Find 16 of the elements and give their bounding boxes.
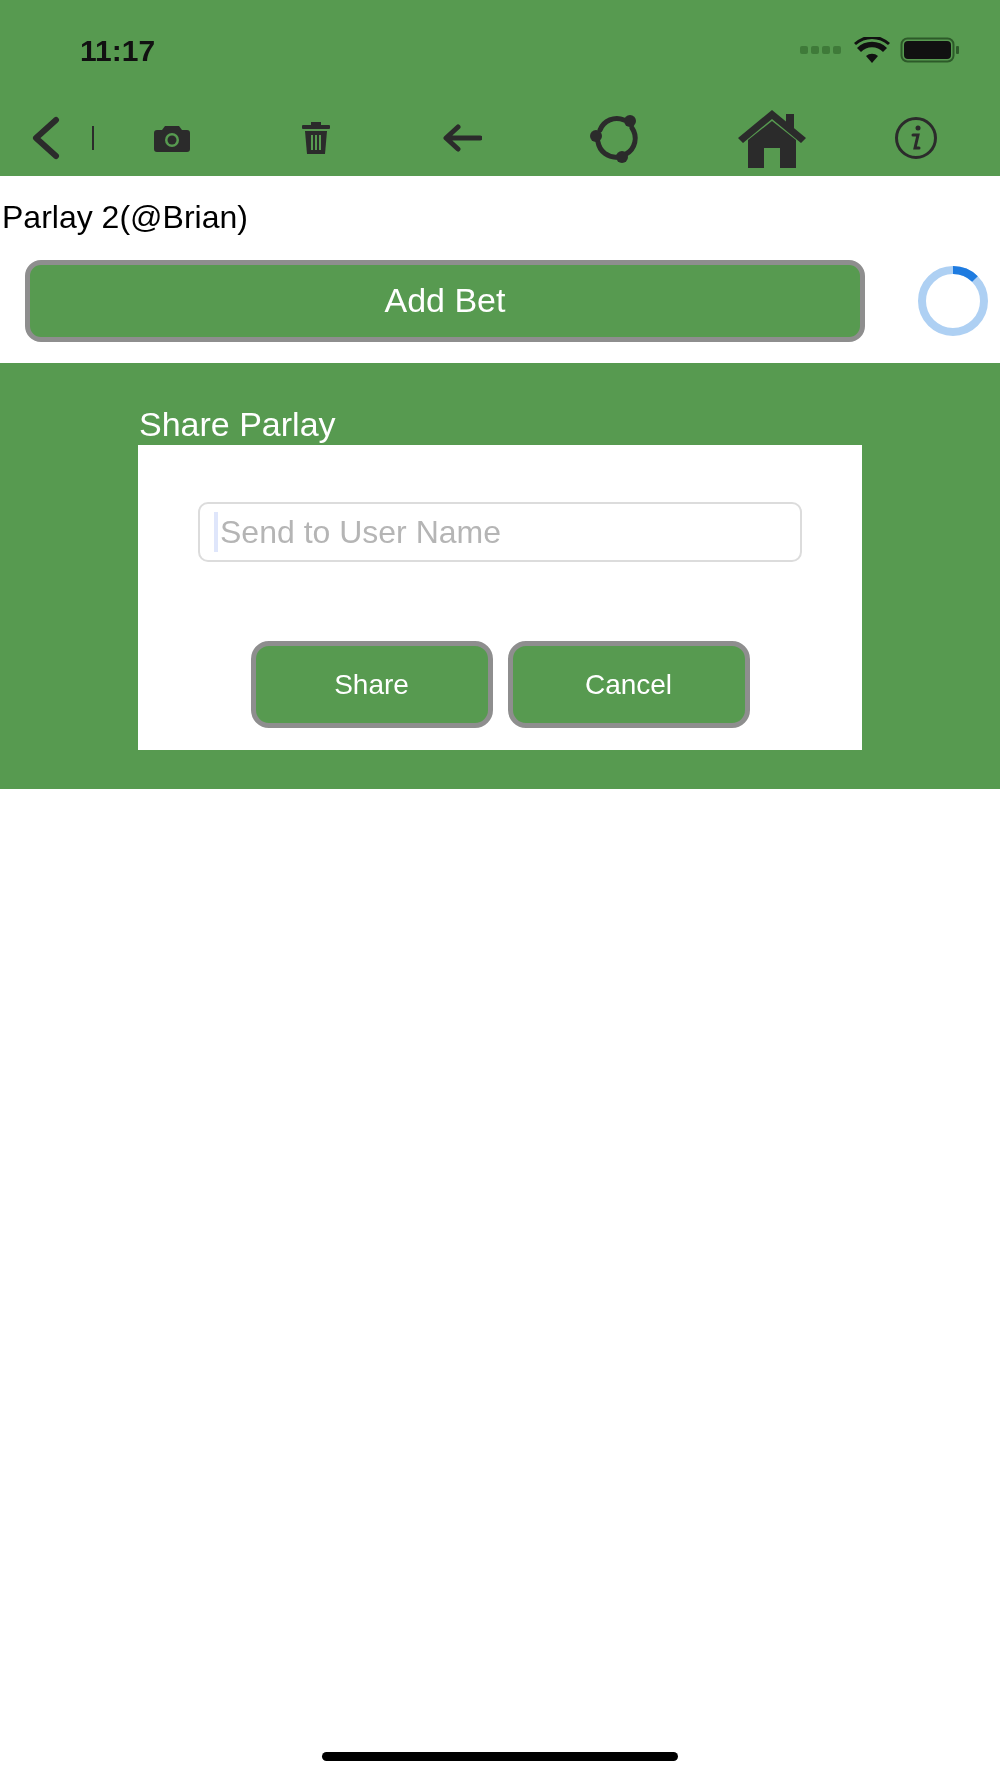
dialog-button[interactable]: Cancel [507, 641, 750, 728]
battery-icon [900, 37, 960, 63]
status-time: 11:17 [80, 32, 156, 69]
home-icon[interactable] [736, 108, 808, 168]
info-icon[interactable] [894, 116, 938, 160]
dialog-button[interactable]: Share [250, 641, 493, 728]
loading-spinner-icon [917, 264, 989, 337]
wifi-icon [854, 37, 890, 63]
username-field[interactable]: Send to User Name [198, 502, 802, 562]
trash-icon[interactable] [302, 122, 330, 154]
signal-icon [800, 45, 844, 55]
dialog-title: Share Parlay [138, 404, 337, 445]
left-arrow-icon[interactable] [442, 124, 482, 152]
add-bet-button[interactable]: Add Bet [25, 259, 865, 342]
camera-icon[interactable] [154, 124, 190, 152]
parlay-title: Parlay 2(@Brian) [2, 198, 248, 237]
